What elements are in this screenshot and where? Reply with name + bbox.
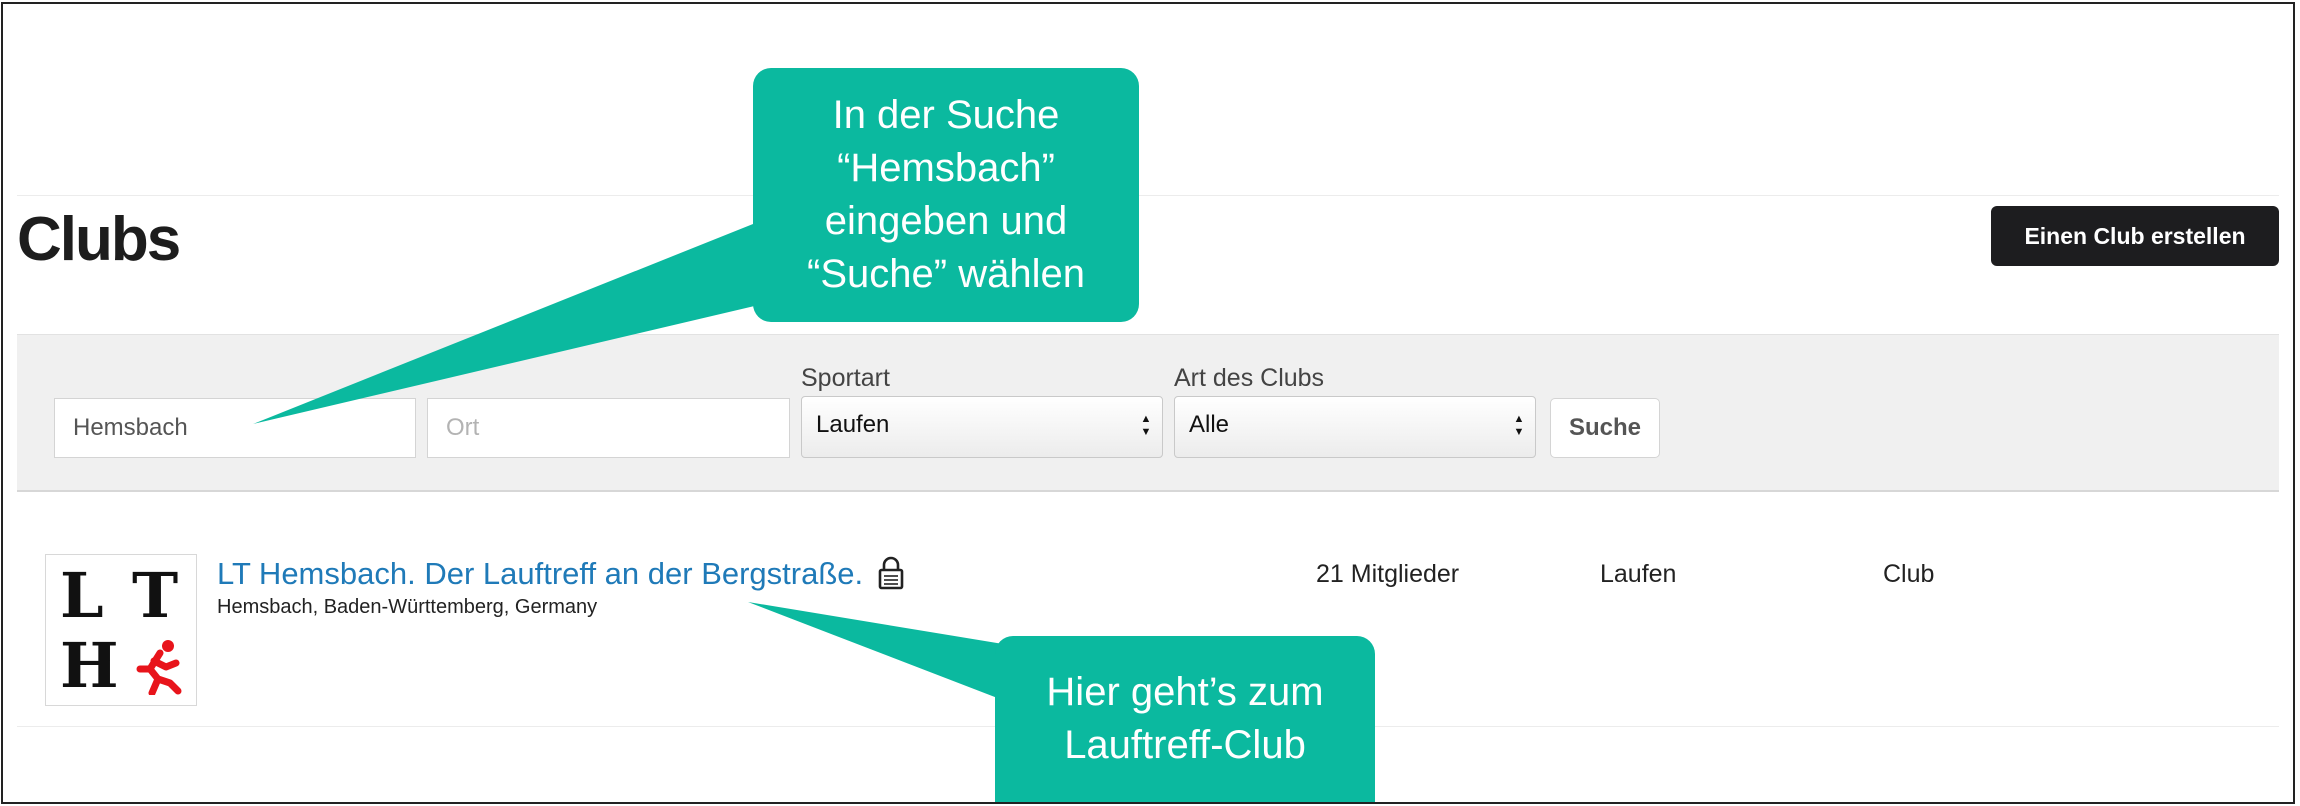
callout-line: Lauftreff-Club xyxy=(1064,723,1306,767)
screenshot-frame: Clubs Einen Club erstellen Sportart Lauf… xyxy=(1,2,2295,804)
search-instruction-callout: In der Suche “Hemsbach” eingeben und “Su… xyxy=(753,68,1139,322)
callout-line: eingeben und xyxy=(824,199,1068,243)
callout-line: “Hemsbach” xyxy=(837,146,1055,190)
callout-line: Hier geht’s zum xyxy=(1046,670,1324,714)
callout-line: “Suche” wählen xyxy=(807,252,1085,296)
club-link-callout: Hier geht’s zum Lauftreff-Club xyxy=(995,636,1375,802)
callout-line: In der Suche xyxy=(832,93,1060,137)
